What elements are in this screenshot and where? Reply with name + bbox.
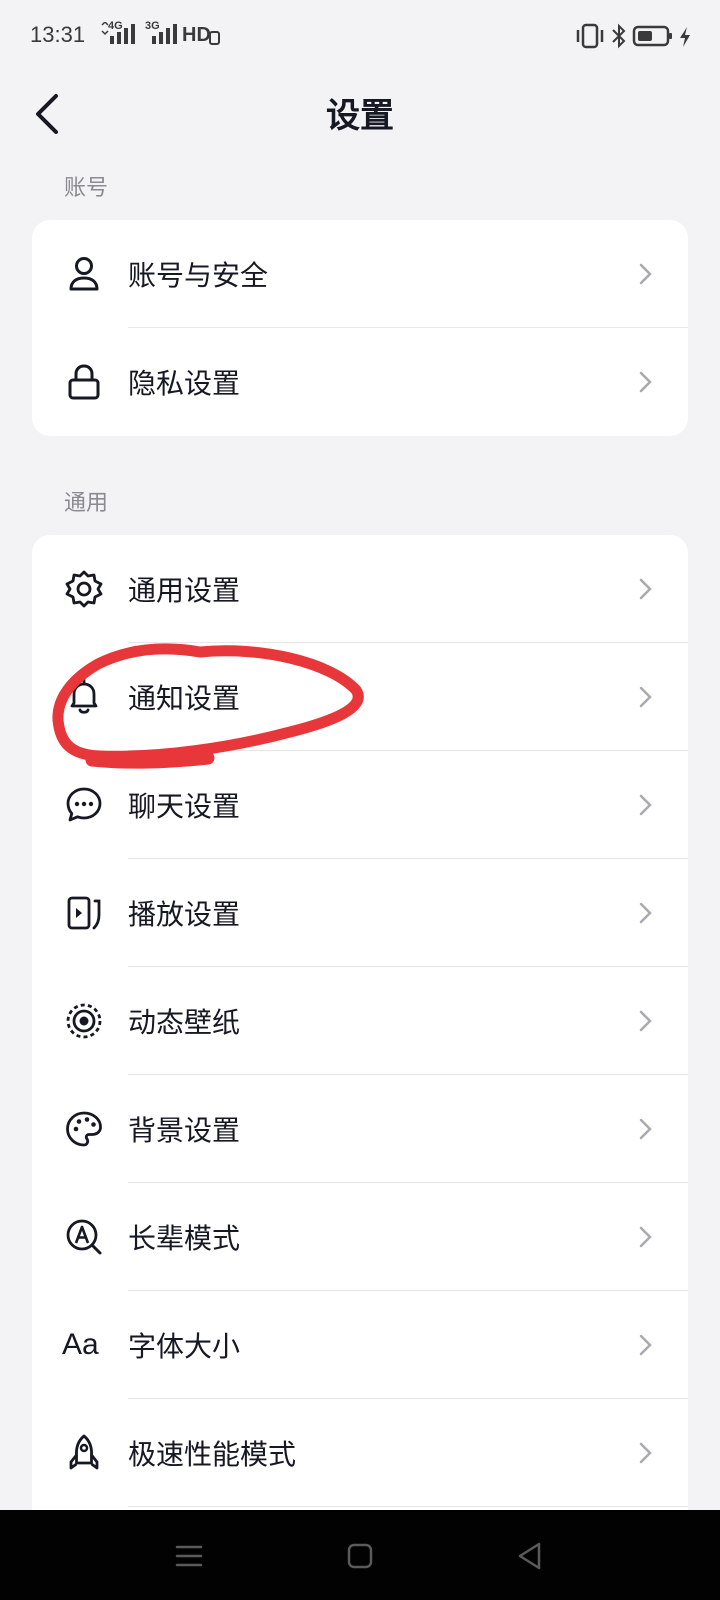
chevron-right-icon — [639, 1442, 652, 1464]
settings-row-live-wallpaper[interactable]: 动态壁纸 — [32, 967, 688, 1075]
system-navigation-bar — [0, 1510, 720, 1600]
settings-row-background[interactable]: 背景设置 — [32, 1075, 688, 1183]
bell-icon — [70, 678, 98, 714]
page-title: 设置 — [326, 96, 394, 136]
chevron-right-icon — [639, 1118, 652, 1140]
settings-row-playback[interactable]: 播放设置 — [32, 859, 688, 967]
settings-row-label: 长辈模式 — [128, 1222, 241, 1255]
settings-row-label: 通知设置 — [128, 682, 241, 715]
user-icon — [69, 257, 99, 291]
settings-row-font-size[interactable]: Aa 字体大小 — [32, 1291, 688, 1399]
settings-row-label: 极速性能模式 — [128, 1438, 297, 1471]
elder-mode-icon — [66, 1219, 102, 1255]
vibrate-icon — [576, 23, 604, 49]
chevron-right-icon — [639, 794, 652, 816]
section-label-account: 账号 — [64, 176, 109, 201]
bluetooth-icon — [612, 23, 626, 49]
font-size-icon: Aa — [62, 1328, 99, 1361]
chevron-right-icon — [639, 578, 652, 600]
gear-icon — [65, 570, 103, 608]
settings-row-elder-mode[interactable]: 长辈模式 — [32, 1183, 688, 1291]
palette-icon — [66, 1111, 102, 1147]
play-screen-icon — [67, 896, 101, 930]
live-wallpaper-icon — [66, 1003, 102, 1039]
signal-strength-2-icon — [152, 24, 177, 44]
settings-row-label: 播放设置 — [128, 898, 241, 931]
chevron-right-icon — [639, 371, 652, 393]
settings-row-chat[interactable]: 聊天设置 — [32, 751, 688, 859]
settings-row-speed-mode[interactable]: 极速性能模式 — [32, 1399, 688, 1507]
chevron-right-icon — [639, 1334, 652, 1356]
header-bar: 设置 — [0, 72, 720, 152]
general-card: 通用设置 通知设置 聊天设置 播放设置 动态壁纸 背景设置 长辈模式 Aa 字体… — [32, 535, 688, 1510]
status-time: 13:31 — [30, 22, 86, 47]
signal-strength-1-icon — [101, 22, 135, 44]
settings-row-notifications[interactable]: 通知设置 — [32, 643, 688, 751]
hd-label: HD — [182, 24, 211, 46]
settings-row-label: 隐私设置 — [128, 367, 241, 400]
chevron-right-icon — [639, 1010, 652, 1032]
menu-icon[interactable] — [171, 1538, 207, 1574]
settings-row-label: 动态壁纸 — [128, 1006, 241, 1039]
chevron-right-icon — [639, 902, 652, 924]
chevron-right-icon — [639, 1226, 652, 1248]
row-divider — [128, 1506, 688, 1507]
settings-row-label: 背景设置 — [128, 1114, 241, 1147]
home-square-icon[interactable] — [342, 1538, 378, 1574]
charging-icon — [680, 27, 690, 47]
battery-icon — [632, 25, 672, 47]
chevron-right-icon — [639, 686, 652, 708]
chevron-right-icon — [639, 263, 652, 285]
status-bar: 13:31 4G 3G HD — [0, 0, 720, 72]
settings-row-label: 账号与安全 — [128, 259, 269, 292]
section-label-general: 通用 — [64, 491, 109, 516]
account-card: 账号与安全 隐私设置 — [32, 220, 688, 436]
settings-row-label: 聊天设置 — [128, 790, 241, 823]
back-triangle-icon[interactable] — [512, 1538, 548, 1574]
lock-icon — [68, 364, 100, 400]
settings-screen: 13:31 4G 3G HD 设置 账号 账号与安全 隐私设置 通用 通用设置 … — [0, 0, 720, 1510]
settings-row-label: 通用设置 — [128, 574, 241, 607]
hd-mini-icon — [209, 31, 220, 45]
settings-row-general[interactable]: 通用设置 — [32, 535, 688, 643]
settings-row-label: 字体大小 — [128, 1330, 241, 1363]
settings-row-account-security[interactable]: 账号与安全 — [32, 220, 688, 328]
rocket-icon — [69, 1434, 99, 1470]
chat-bubble-icon — [66, 787, 102, 822]
settings-row-privacy[interactable]: 隐私设置 — [32, 328, 688, 436]
